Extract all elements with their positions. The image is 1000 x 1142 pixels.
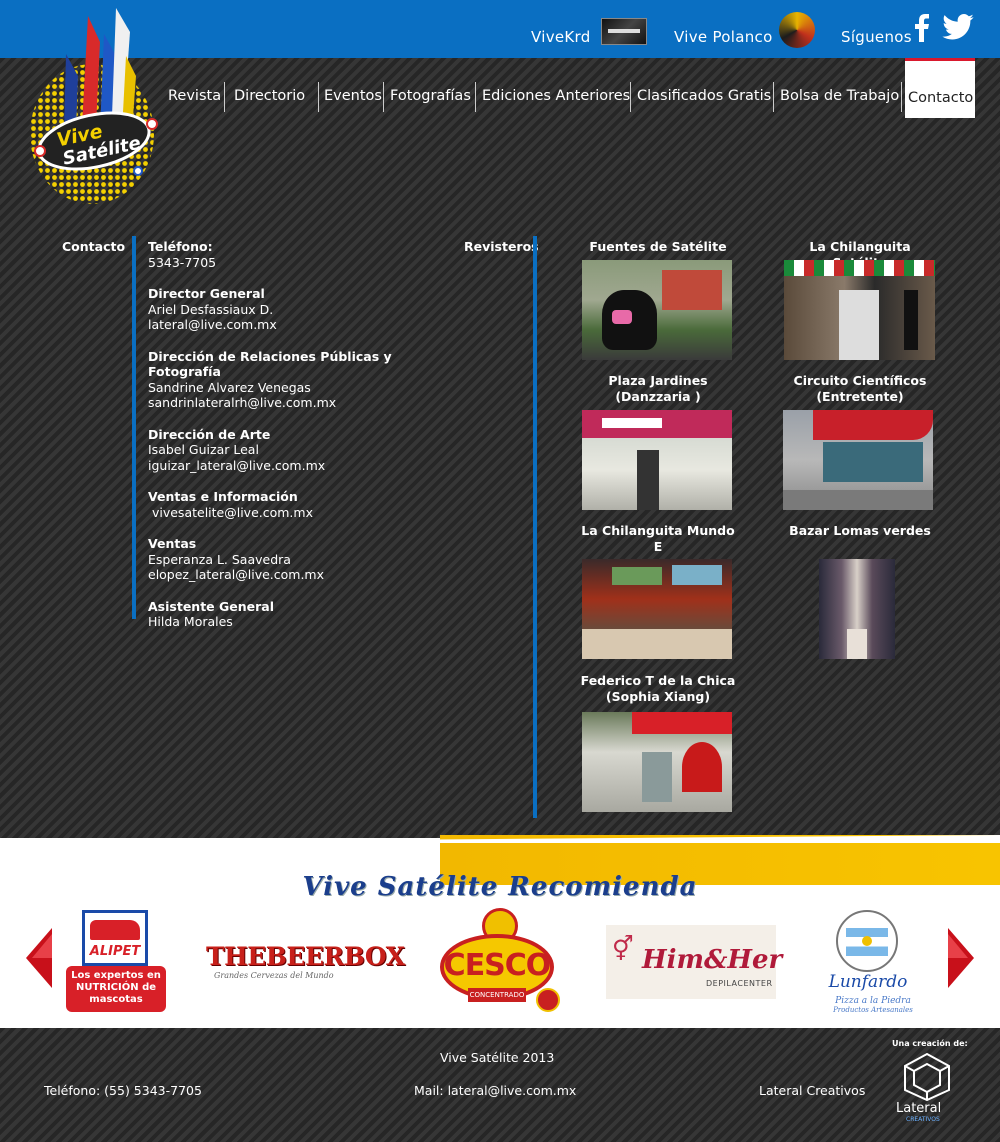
main-nav: Revista Directorio Eventos Fotografías E… — [0, 58, 1000, 118]
contact-email[interactable]: lateral@live.com.mx — [148, 317, 468, 333]
brand-lunfardo-sub: Productos Artesanales — [833, 1006, 913, 1014]
revistero-photo[interactable] — [582, 712, 732, 812]
contact-group-title: Ventas — [148, 536, 197, 551]
lateral-logo-sub: CREATIVOS — [906, 1116, 940, 1123]
nav-clasificados-gratis[interactable]: Clasificados Gratis — [637, 88, 771, 104]
contact-group-ventas-info: Ventas e Información vivesatelite@live.c… — [148, 489, 468, 520]
contact-group-relaciones-publicas: Dirección de Relaciones Públicas y Fotog… — [148, 349, 468, 411]
brand-lunfardo-tagline: Pizza a la Piedra — [835, 996, 911, 1006]
nav-separator — [224, 82, 225, 112]
contact-info: Teléfono: 5343-7705 Director General Ari… — [148, 239, 468, 646]
brand-himher-name: Him&Her — [642, 945, 783, 975]
contact-group-title: Ventas e Información — [148, 489, 298, 504]
contact-name: Esperanza L. Saavedra — [148, 551, 291, 567]
nav-ediciones-anteriores[interactable]: Ediciones Anteriores — [482, 88, 630, 104]
siguenos-label: Síguenos — [841, 28, 912, 46]
revisteros-section-label: Revisteros — [464, 239, 539, 254]
nav-revista[interactable]: Revista — [168, 88, 221, 104]
contact-group-ventas: Ventas Esperanza L. Saavedra elopez_late… — [148, 536, 468, 583]
footer-phone: Teléfono: (55) 5343-7705 — [44, 1083, 202, 1098]
revistero-photo[interactable] — [819, 559, 895, 659]
contact-group-arte: Dirección de Arte Isabel Guizar Leal igu… — [148, 427, 468, 474]
brand-alipet[interactable]: ALIPET Los expertos en NUTRICIÓN de masc… — [66, 908, 166, 1014]
nav-separator — [475, 82, 476, 112]
footer-copyright: Vive Satélite 2013 — [440, 1050, 555, 1065]
contact-group-director: Director General Ariel Desfassiaux D. la… — [148, 286, 468, 333]
footer-creation-label: Una creación de: — [892, 1039, 968, 1048]
brand-thebeerbox-name: THEBEERBOX — [206, 942, 405, 971]
contact-group-title: Director General — [148, 286, 265, 301]
revisteros-divider — [533, 236, 537, 818]
revistero-title: Circuito Científicos (Entretente) — [793, 373, 927, 404]
nav-contacto[interactable]: Contacto — [905, 58, 975, 118]
recomienda-title: Vive Satélite Recomienda — [302, 872, 698, 902]
brand-alipet-tagline: Los expertos en NUTRICIÓN de mascotas — [66, 966, 166, 1012]
contacto-divider — [132, 236, 136, 619]
contact-email[interactable]: sandrinlateralrh@live.com.mx — [148, 395, 468, 411]
contact-group-title: Teléfono: — [148, 239, 213, 254]
nav-separator — [383, 82, 384, 112]
lateral-logo-text: Lateral — [896, 1101, 942, 1116]
revistero-photo[interactable] — [582, 410, 732, 510]
nav-separator — [630, 82, 631, 112]
contact-group-title: Asistente General — [148, 598, 274, 614]
footer: Vive Satélite 2013 Teléfono: (55) 5343-7… — [0, 1028, 1000, 1142]
brand-himher[interactable]: ⚥ Him&Her DEPILACENTER — [606, 925, 782, 999]
revistero-title: Fuentes de Satélite — [589, 239, 727, 254]
brand-cesco[interactable]: CESCO CONCENTRADO — [438, 908, 562, 1014]
revistero-photo[interactable] — [784, 260, 935, 360]
contact-name: Hilda Morales — [148, 614, 233, 629]
contact-name: Ariel Desfassiaux D. — [148, 301, 274, 317]
contact-email[interactable]: elopez_lateral@live.com.mx — [148, 567, 468, 583]
gender-symbol-icon: ⚥ — [612, 935, 634, 963]
contact-group-title: Dirección de Relaciones Públicas y Fotog… — [148, 348, 392, 380]
twitter-icon[interactable] — [942, 14, 974, 40]
footer-mail[interactable]: Mail: lateral@live.com.mx — [414, 1083, 576, 1098]
contact-phone: 5343-7705 — [148, 254, 217, 270]
lateral-creativos-logo-icon[interactable] — [902, 1052, 952, 1102]
brand-alipet-name: ALIPET — [89, 944, 141, 959]
nav-directorio[interactable]: Directorio — [234, 88, 305, 104]
revistero-title: Plaza Jardines (Danzzaria ) — [608, 373, 708, 404]
vivekrd-thumbnail[interactable] — [601, 18, 647, 45]
revistero-title: La Chilanguita Mundo E — [581, 523, 735, 554]
carousel-next-arrow-icon[interactable] — [948, 928, 974, 988]
revistero-title: Bazar Lomas verdes — [789, 523, 931, 538]
nav-separator — [773, 82, 774, 112]
revistero-photo[interactable] — [582, 559, 732, 659]
brand-cesco-name: CESCO — [443, 948, 552, 983]
contact-name: Isabel Guizar Leal — [148, 442, 259, 457]
contact-group-asistente: Asistente General Hilda Morales — [148, 599, 468, 630]
carousel-prev-arrow-icon[interactable] — [26, 928, 52, 988]
vivekrd-link[interactable]: ViveKrd — [531, 28, 591, 46]
contact-name: Sandrine Alvarez Venegas — [148, 379, 311, 395]
vive-polanco-logo-icon[interactable] — [779, 12, 815, 48]
brand-himher-tagline: DEPILACENTER — [706, 979, 773, 988]
brand-thebeerbox[interactable]: THEBEERBOX Grandes Cervezas del Mundo — [206, 942, 405, 987]
nav-bolsa-de-trabajo[interactable]: Bolsa de Trabajo — [780, 88, 899, 104]
footer-credit[interactable]: Lateral Creativos — [759, 1083, 865, 1098]
contact-email[interactable]: iguizar_lateral@live.com.mx — [148, 458, 468, 474]
nav-fotografias[interactable]: Fotografías — [390, 88, 471, 104]
nav-separator — [901, 82, 902, 112]
vive-polanco-link[interactable]: Vive Polanco — [674, 28, 773, 46]
brand-cesco-tagline: CONCENTRADO — [468, 988, 526, 1002]
revistero-photo[interactable] — [783, 410, 933, 510]
contacto-section-label: Contacto — [62, 239, 126, 254]
revistero-photo[interactable] — [582, 260, 732, 360]
nav-contacto-label: Contacto — [908, 90, 974, 106]
brand-thebeerbox-tagline: Grandes Cervezas del Mundo — [214, 971, 334, 980]
contact-group-telefono: Teléfono: 5343-7705 — [148, 239, 468, 270]
nav-separator — [318, 82, 319, 112]
contact-group-title: Dirección de Arte — [148, 426, 271, 442]
facebook-icon[interactable] — [914, 14, 930, 42]
brand-lunfardo[interactable]: Lunfardo Pizza a la Piedra Productos Art… — [818, 906, 928, 1018]
contact-email[interactable]: vivesatelite@live.com.mx — [148, 505, 468, 521]
nav-eventos[interactable]: Eventos — [324, 88, 382, 104]
revistero-title: Federico T de la Chica (Sophia Xiang) — [580, 673, 736, 704]
brand-lunfardo-name: Lunfardo — [828, 972, 908, 992]
